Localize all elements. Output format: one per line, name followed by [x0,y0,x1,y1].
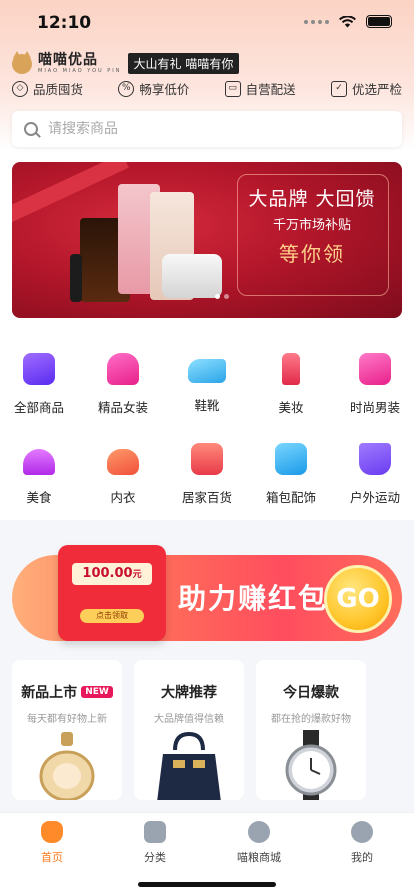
go-button[interactable]: GO [324,565,392,633]
store-icon [191,443,223,475]
shopping-bag-icon [23,353,55,385]
tab-label: 分类 [144,851,166,864]
category-label: 鞋靴 [194,398,220,413]
tab-label: 首页 [41,851,63,864]
category-shoes[interactable]: 鞋靴 [172,353,242,414]
category-home[interactable]: 居家百货 [172,443,242,506]
brand-name: 喵喵优品 [38,52,98,68]
category-all[interactable]: 全部商品 [4,353,74,416]
status-time: 12:10 [37,13,92,33]
banner-title: 大品牌 大回馈 [248,188,376,210]
brand-subtitle: MIAO MIAO YOU PIN [38,68,122,74]
status-icons [304,15,392,28]
red-packet-promo[interactable]: 100.00元 点击领取 助力赚红包 GO [12,545,402,645]
profile-icon [351,821,373,843]
tab-mall[interactable]: 喵粮商城 [219,821,299,865]
category-label: 居家百货 [181,490,232,505]
card-title: 大牌推荐 [161,685,217,701]
tab-home[interactable]: 首页 [12,821,92,865]
category-icon [144,821,166,843]
shirt-icon [359,353,391,385]
mall-icon [248,821,270,843]
red-envelope-image: 100.00元 点击领取 [58,545,166,641]
truck-icon: ▭ [224,80,241,97]
feature-label: 品质囤货 [33,82,84,97]
category-beauty[interactable]: 美妆 [256,353,326,416]
cream-jar-image [162,254,222,298]
status-bar: 12:10 [0,0,414,46]
perfume-icon [39,732,95,800]
card-subtitle: 都在抢的爆款好物 [271,714,351,725]
tab-profile[interactable]: 我的 [322,821,402,865]
card-title: 今日爆款 [283,685,339,701]
category-label: 户外运动 [349,490,400,505]
coupon-amount: 100.00元 [72,563,152,585]
category-label: 精品女装 [97,400,148,415]
tab-label: 我的 [351,851,373,864]
category-outdoor[interactable]: 户外运动 [340,443,410,506]
home-icon [41,821,63,843]
card-title: 新品上市 NEW [12,682,122,702]
cart-icon [359,443,391,475]
home-indicator [138,882,276,887]
feature-item: ✓ 优选严检 [330,79,402,98]
search-input[interactable] [48,121,348,137]
lipstick-image [70,254,82,302]
feature-item: ◇ 品质囤货 [12,79,83,98]
handbag-product-icon [157,731,221,800]
category-label: 美妆 [278,400,304,415]
category-women[interactable]: 精品女装 [88,353,158,416]
lipstick-icon [282,353,300,385]
promo-banner[interactable]: 大品牌 大回馈 千万市场补贴 等你领 [12,162,402,318]
dish-icon [23,449,55,475]
category-label: 时尚男装 [349,400,400,415]
card-subtitle: 每天都有好物上新 [27,714,107,725]
wifi-icon [339,15,356,27]
category-label: 全部商品 [13,400,64,415]
feature-cards: 新品上市 NEW 每天都有好物上新 大牌推荐 大品牌值得信赖 今日爆款 都在抢的… [12,660,414,800]
category-label: 箱包配饰 [265,490,316,505]
battery-icon [366,15,392,28]
lingerie-icon [107,449,139,475]
card-brand-picks[interactable]: 大牌推荐 大品牌值得信赖 [134,660,244,800]
feature-item: % 畅享低价 [118,79,189,98]
sneaker-icon [188,359,226,383]
category-label: 美食 [26,490,52,505]
category-underwear[interactable]: 内衣 [88,443,158,506]
search-bar[interactable] [12,111,402,147]
thumb-up-icon: ✓ [330,80,347,97]
feature-label: 畅享低价 [139,82,190,97]
promo-text: 助力赚红包 [178,582,329,615]
card-subtitle: 大品牌值得信赖 [154,714,224,725]
banner-subtitle: 千万市场补贴 [272,218,351,233]
claim-label: 点击领取 [80,609,144,623]
signal-icon [304,19,329,24]
diamond-icon: ◇ [12,80,28,97]
brand-text: 喵喵优品 MIAO MIAO YOU PIN [38,53,122,74]
new-badge: NEW [81,686,113,698]
tab-label: 喵粮商城 [237,851,281,864]
feature-label: 自营配送 [245,82,296,97]
feature-row: ◇ 品质囤货 % 畅享低价 ▭ 自营配送 ✓ 优选严检 [12,79,402,98]
cat-logo-icon [12,50,32,74]
category-food[interactable]: 美食 [4,443,74,506]
banner-highlight: 等你领 [279,242,345,266]
feature-item: ▭ 自营配送 [224,79,296,98]
search-icon [24,122,38,136]
brand-slogan: 大山有礼 喵喵有你 [127,53,240,74]
brand-row: 喵喵优品 MIAO MIAO YOU PIN 大山有礼 喵喵有你 [12,50,240,74]
dress-icon [107,353,139,385]
card-new-arrivals[interactable]: 新品上市 NEW 每天都有好物上新 [12,660,122,800]
handbag-icon [275,443,307,475]
card-hot-today[interactable]: 今日爆款 都在抢的爆款好物 [256,660,366,800]
category-men[interactable]: 时尚男装 [340,353,410,416]
carousel-indicator [215,294,229,299]
category-label: 内衣 [110,490,136,505]
tab-category[interactable]: 分类 [115,821,195,865]
category-grid: 全部商品 精品女装 鞋靴 美妆 时尚男装 美食 内衣 居家百货 箱包配饰 户外运… [0,345,414,520]
category-bags[interactable]: 箱包配饰 [256,443,326,506]
feature-label: 优选严检 [351,82,402,97]
watch-icon [285,730,337,800]
discount-icon: % [118,80,135,97]
